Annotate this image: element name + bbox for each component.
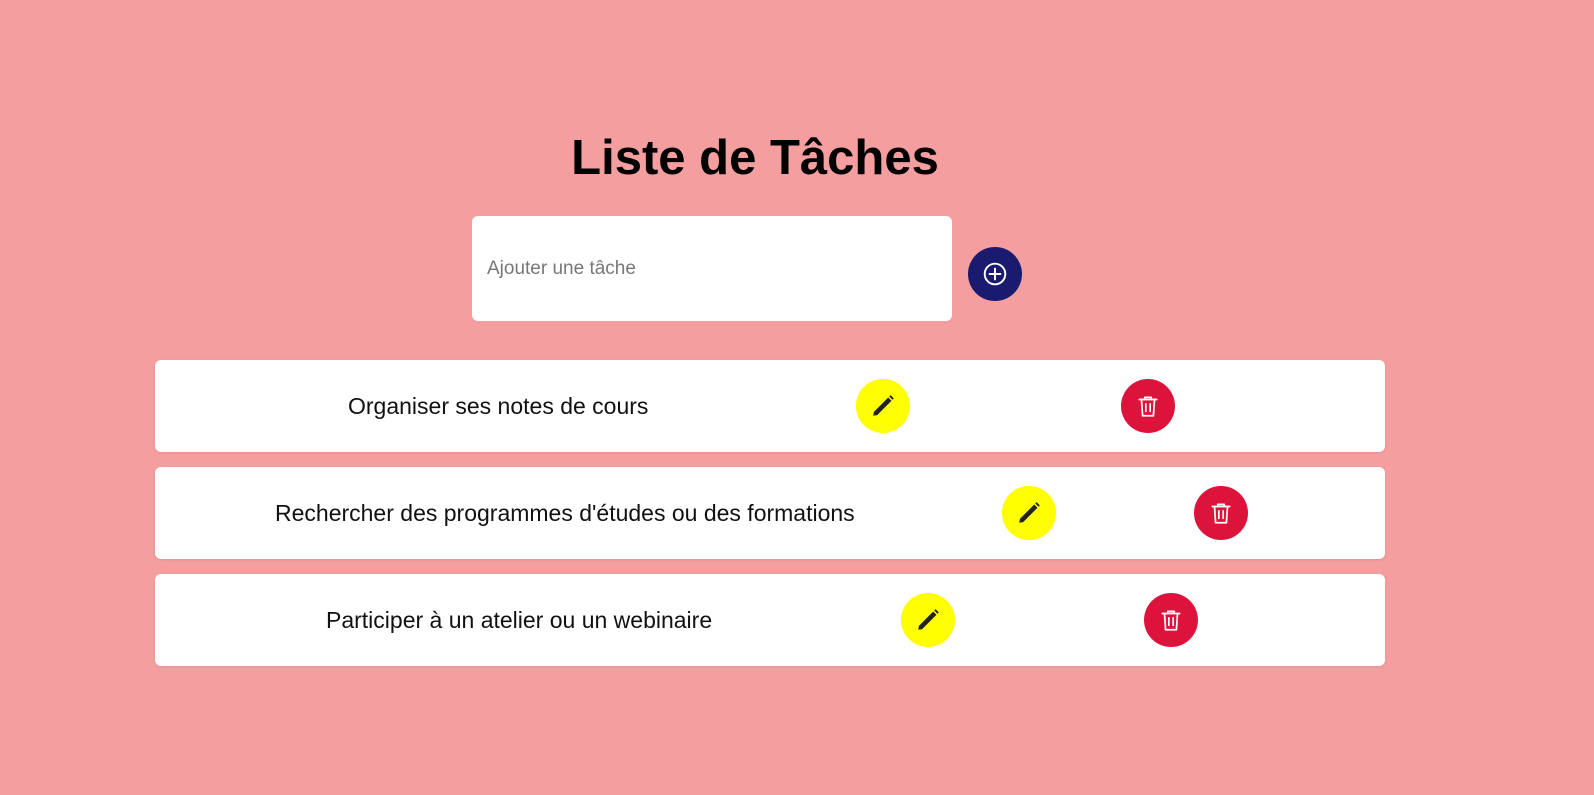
- edit-task-button[interactable]: [856, 379, 910, 433]
- task-text: Organiser ses notes de cours: [348, 393, 649, 419]
- pencil-icon: [1016, 500, 1042, 526]
- trash-icon: [1135, 393, 1161, 419]
- page-title: Liste de Tâches: [571, 131, 939, 185]
- new-task-input[interactable]: [472, 216, 952, 321]
- trash-icon: [1158, 607, 1184, 633]
- trash-icon: [1208, 500, 1234, 526]
- task-text: Rechercher des programmes d'études ou de…: [275, 500, 855, 526]
- task-text: Participer à un atelier ou un webinaire: [326, 607, 713, 633]
- task-item: Rechercher des programmes d'études ou de…: [155, 467, 1385, 559]
- add-task-button[interactable]: [968, 247, 1022, 301]
- pencil-icon: [870, 393, 896, 419]
- delete-task-button[interactable]: [1194, 486, 1248, 540]
- edit-task-button[interactable]: [1002, 486, 1056, 540]
- task-item: Organiser ses notes de cours: [155, 360, 1385, 452]
- plus-circle-icon: [982, 261, 1008, 287]
- edit-task-button[interactable]: [901, 593, 955, 647]
- delete-task-button[interactable]: [1144, 593, 1198, 647]
- task-item: Participer à un atelier ou un webinaire: [155, 574, 1385, 666]
- task-list: Organiser ses notes de cours Rechercher …: [155, 360, 1385, 681]
- pencil-icon: [915, 607, 941, 633]
- delete-task-button[interactable]: [1121, 379, 1175, 433]
